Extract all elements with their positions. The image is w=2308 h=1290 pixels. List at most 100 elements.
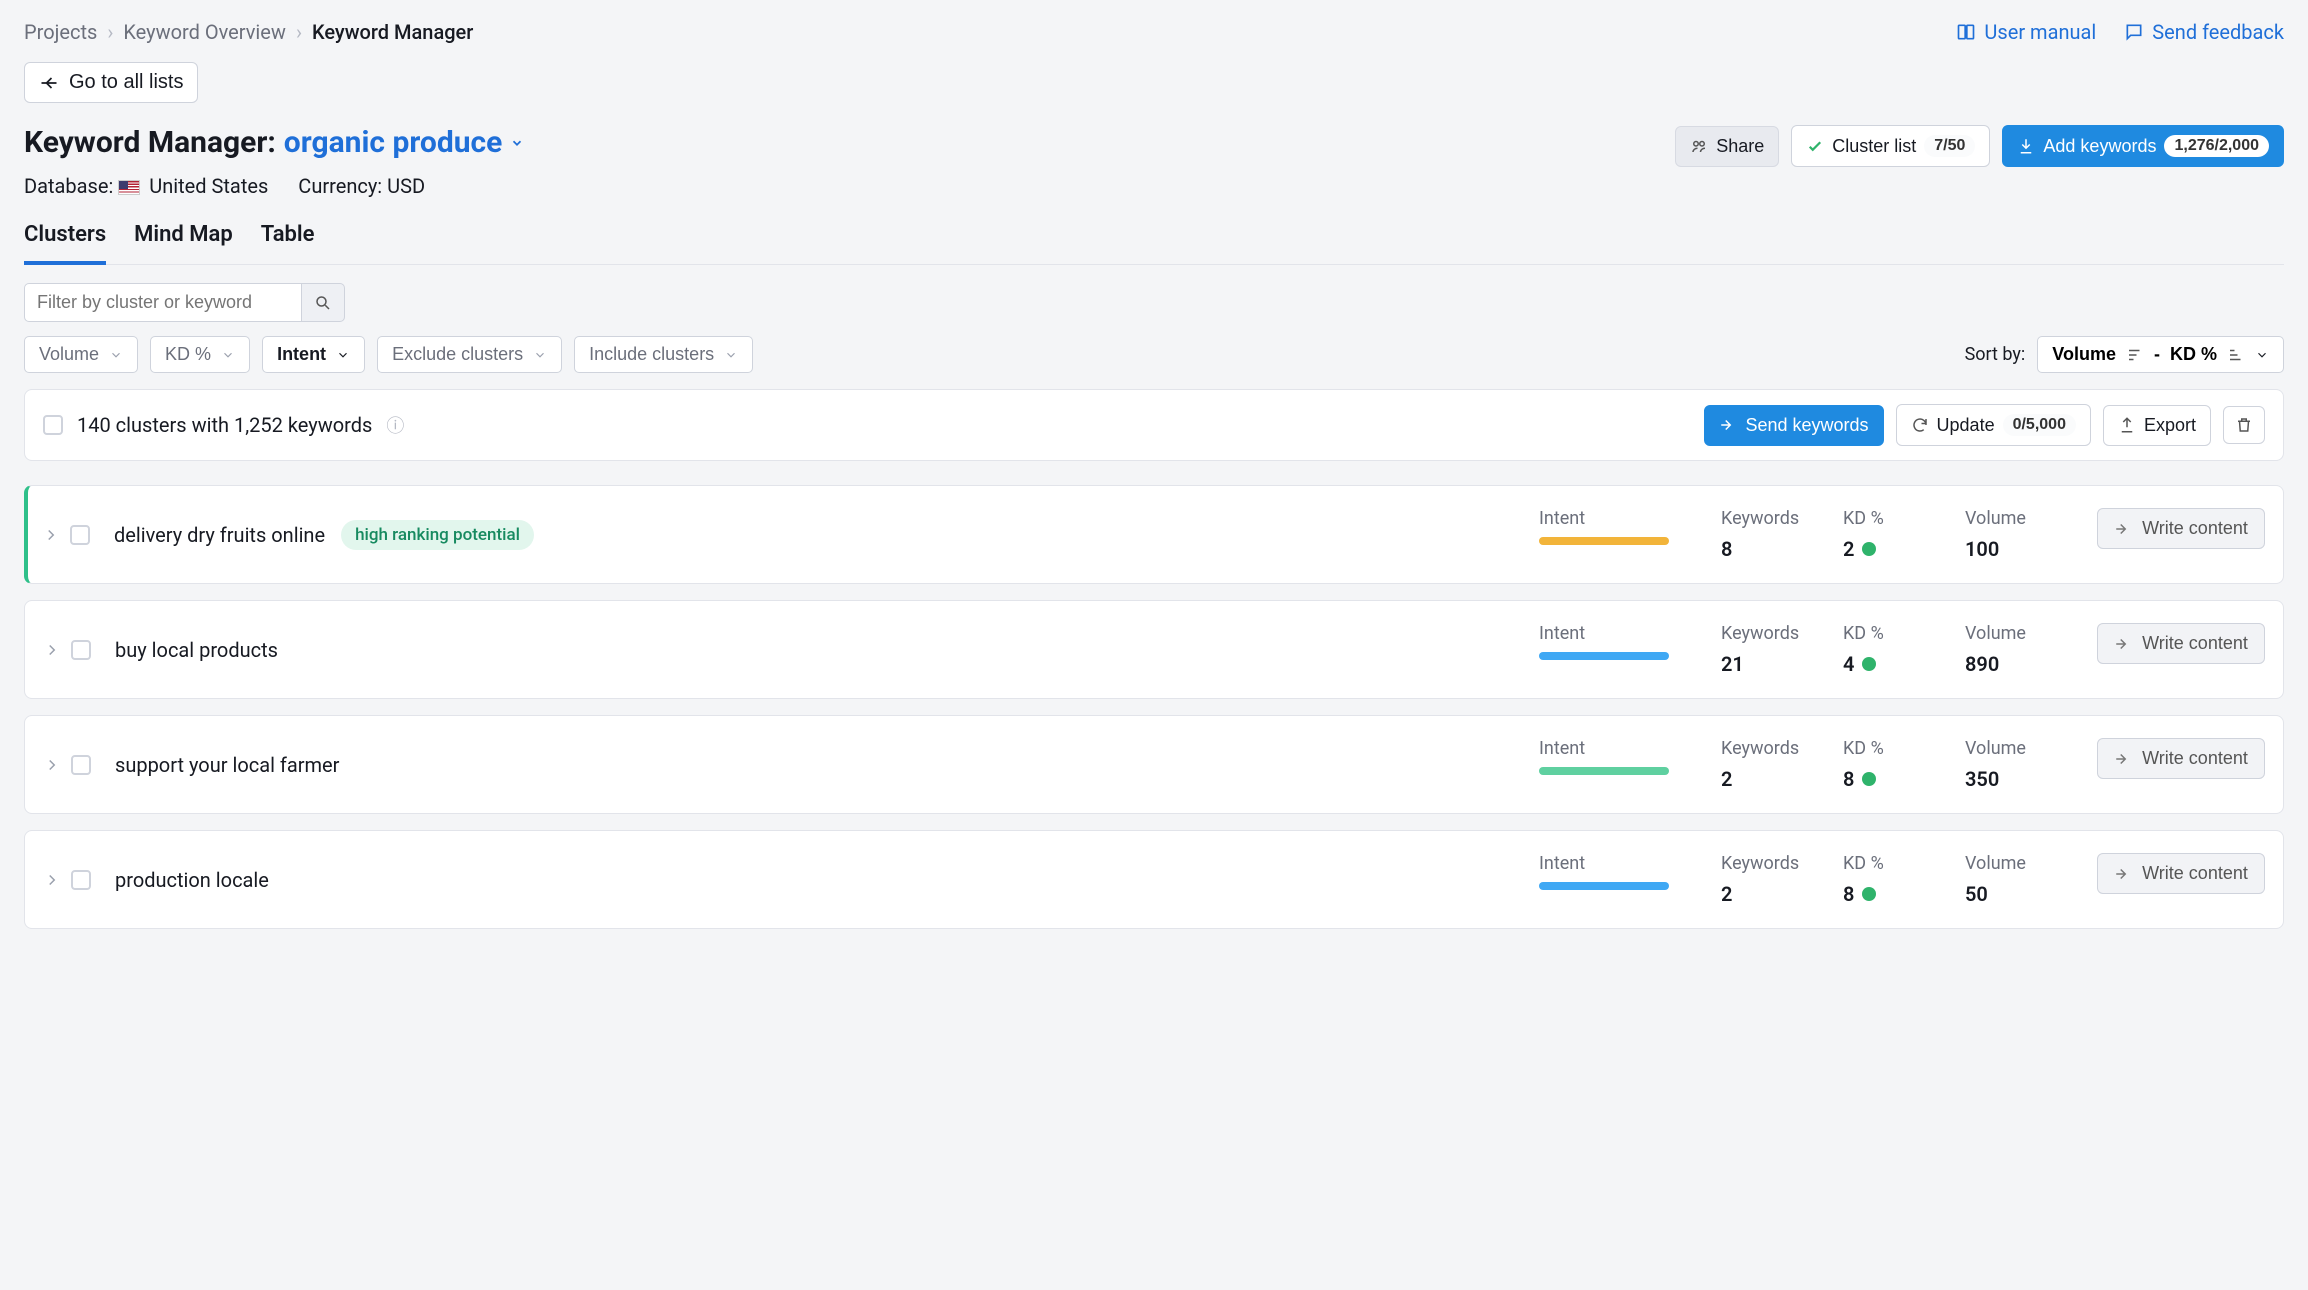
intent-bar [1539,537,1669,545]
metric-keywords-label: Keywords [1721,853,1801,874]
filter-exclude-clusters[interactable]: Exclude clusters [377,336,562,373]
go-to-all-lists-label: Go to all lists [69,71,183,94]
export-icon [2118,416,2136,434]
filter-input[interactable] [24,283,302,322]
list-name-selector[interactable]: organic produce [284,125,525,160]
row-checkbox[interactable] [70,525,90,545]
breadcrumb-keyword-overview[interactable]: Keyword Overview [123,20,286,44]
cluster-summary-text: 140 clusters with 1,252 keywords [77,413,372,437]
cluster-list-label: Cluster list [1832,136,1916,157]
expand-toggle[interactable] [43,641,61,659]
chevron-down-icon [510,136,524,150]
trash-icon [2235,416,2253,434]
filter-volume[interactable]: Volume [24,336,138,373]
us-flag-icon [118,180,140,195]
chevron-down-icon [109,348,123,362]
cluster-list-button[interactable]: Cluster list 7/50 [1791,125,1990,167]
metric-intent-label: Intent [1539,853,1679,874]
list-name-label: organic produce [284,125,503,160]
metric-kd-label: KD % [1843,623,1923,644]
metric-kd-label: KD % [1843,738,1923,759]
database-meta: Database: United States [24,174,268,198]
filter-search-button[interactable] [302,283,345,322]
sort-separator: - [2154,344,2160,365]
share-button[interactable]: Share [1675,126,1779,167]
sort-selector[interactable]: Volume - KD % [2037,336,2284,373]
row-checkbox[interactable] [71,640,91,660]
write-content-label: Write content [2142,748,2248,769]
arrow-left-icon [39,73,59,93]
kd-dot-icon [1862,657,1876,671]
cluster-row: support your local farmer Intent Keyword… [24,715,2284,814]
metric-intent-label: Intent [1539,508,1679,529]
cluster-row: production locale Intent Keywords 2 KD %… [24,830,2284,929]
sort-primary: Volume [2052,344,2116,365]
breadcrumb: Projects › Keyword Overview › Keyword Ma… [24,20,473,44]
breadcrumb-projects[interactable]: Projects [24,20,97,44]
send-feedback-link[interactable]: Send feedback [2124,20,2284,44]
filter-kd[interactable]: KD % [150,336,250,373]
expand-toggle[interactable] [43,756,61,774]
write-content-button[interactable]: Write content [2097,738,2265,779]
arrow-right-icon [2114,750,2132,768]
write-content-label: Write content [2142,518,2248,539]
row-checkbox[interactable] [71,755,91,775]
metric-keywords-label: Keywords [1721,623,1801,644]
export-button[interactable]: Export [2103,405,2211,446]
select-all-checkbox[interactable] [43,415,63,435]
update-button[interactable]: Update 0/5,000 [1896,404,2091,446]
intent-bar [1539,882,1669,890]
add-keywords-button[interactable]: Add keywords 1,276/2,000 [2002,125,2284,167]
write-content-label: Write content [2142,863,2248,884]
filter-exclude-label: Exclude clusters [392,344,523,365]
keywords-value: 2 [1721,767,1801,791]
filter-intent[interactable]: Intent [262,336,365,373]
user-manual-link[interactable]: User manual [1956,20,2096,44]
go-to-all-lists-button[interactable]: Go to all lists [24,62,198,103]
arrow-right-icon [2114,865,2132,883]
volume-value: 350 [1965,767,2055,791]
info-icon[interactable]: ⓘ [386,412,404,438]
tab-mind-map[interactable]: Mind Map [134,212,233,264]
refresh-icon [1911,416,1929,434]
kd-value: 4 [1843,652,1923,676]
delete-button[interactable] [2223,406,2265,444]
write-content-button[interactable]: Write content [2097,623,2265,664]
volume-value: 100 [1965,537,2055,561]
book-icon [1956,22,1976,42]
sort-secondary: KD % [2170,344,2217,365]
cluster-row: delivery dry fruits online high ranking … [24,485,2284,584]
check-icon [1806,137,1824,155]
expand-toggle[interactable] [42,526,60,544]
filter-include-clusters[interactable]: Include clusters [574,336,753,373]
metric-intent-label: Intent [1539,738,1679,759]
chevron-down-icon [724,348,738,362]
expand-toggle[interactable] [43,871,61,889]
currency-label: Currency: [298,174,382,198]
breadcrumb-keyword-manager: Keyword Manager [312,20,473,44]
volume-value: 890 [1965,652,2055,676]
tab-table[interactable]: Table [261,212,315,264]
write-content-button[interactable]: Write content [2097,853,2265,894]
chevron-right-icon: › [107,20,113,44]
cluster-name: buy local products [115,638,278,662]
keywords-value: 8 [1721,537,1801,561]
summary-bar: 140 clusters with 1,252 keywords ⓘ Send … [24,389,2284,461]
view-tabs: Clusters Mind Map Table [24,212,2284,265]
share-icon [1690,137,1708,155]
intent-bar [1539,767,1669,775]
sort-desc-icon [2126,346,2144,364]
cluster-name: production locale [115,868,269,892]
search-icon [314,294,332,312]
row-checkbox[interactable] [71,870,91,890]
metric-keywords-label: Keywords [1721,508,1801,529]
chevron-down-icon [336,348,350,362]
send-keywords-button[interactable]: Send keywords [1704,405,1883,446]
update-count-badge: 0/5,000 [2003,414,2076,436]
currency-value: USD [387,174,425,198]
write-content-button[interactable]: Write content [2097,508,2265,549]
tab-clusters[interactable]: Clusters [24,212,106,265]
title-prefix: Keyword Manager: [24,125,276,160]
chevron-down-icon [221,348,235,362]
add-keywords-label: Add keywords [2043,136,2156,157]
